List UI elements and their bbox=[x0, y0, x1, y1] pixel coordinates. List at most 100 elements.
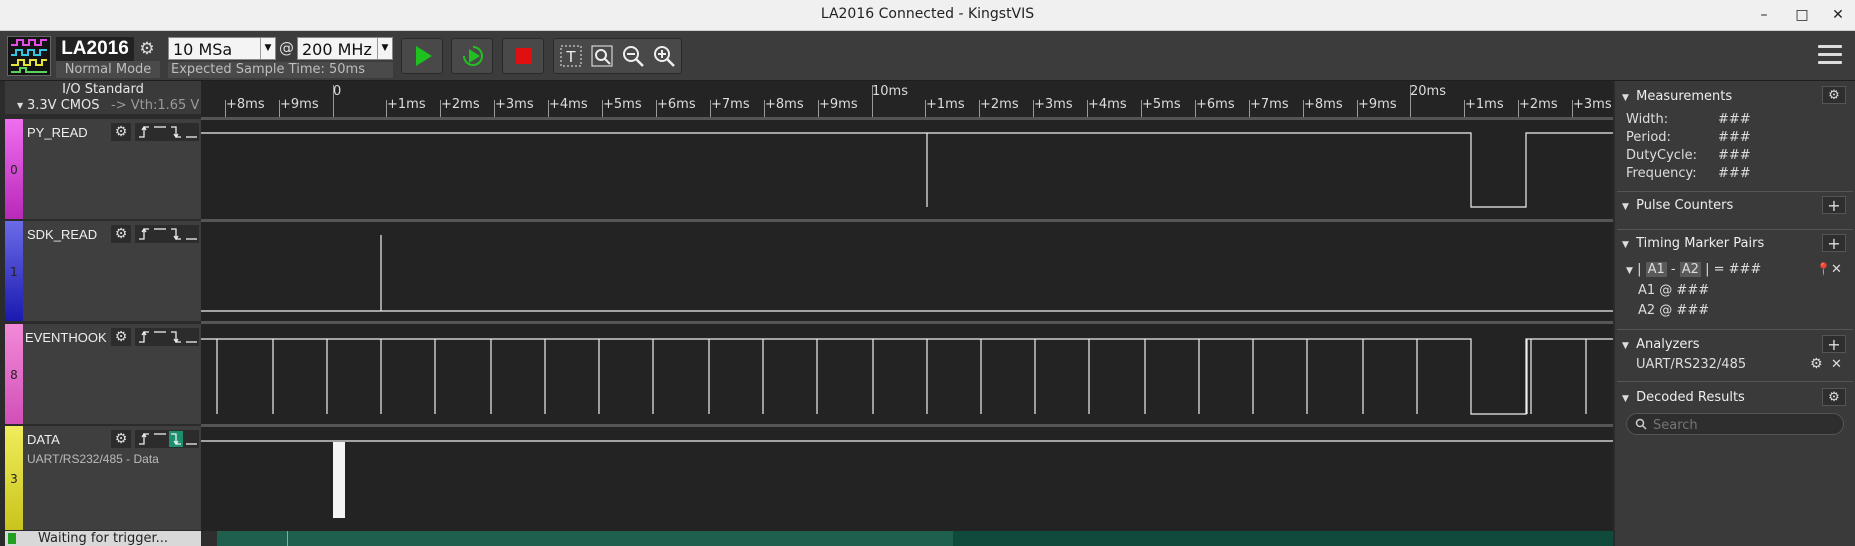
ruler-tick-line bbox=[979, 100, 980, 117]
trigger-edge-buttons[interactable] bbox=[135, 430, 199, 448]
minimize-button[interactable]: – bbox=[1752, 4, 1776, 26]
measure-frequency-value: ### bbox=[1718, 166, 1751, 181]
ruler-tick-label: +7ms bbox=[1250, 97, 1289, 112]
waveform-eventhook bbox=[201, 338, 1613, 415]
stop-icon bbox=[516, 48, 532, 64]
add-timing-marker-button[interactable]: + bbox=[1822, 234, 1846, 252]
triangle-down-icon: ▼ bbox=[1622, 93, 1629, 103]
zoom-fit-icon[interactable] bbox=[589, 43, 615, 69]
ruler-tick-label: +3ms bbox=[1034, 97, 1073, 112]
decoded-results-gear-icon[interactable]: ⚙ bbox=[1822, 388, 1846, 406]
divider bbox=[1617, 329, 1853, 330]
channel-row-data[interactable]: 3 DATA UART/RS232/485 - Data ⚙ bbox=[5, 426, 201, 530]
ruler-tick-label: +6ms bbox=[657, 97, 696, 112]
trigger-edge-buttons[interactable] bbox=[135, 328, 199, 346]
channel-gear-icon[interactable]: ⚙ bbox=[111, 225, 131, 243]
ruler-tick-label: +9ms bbox=[819, 97, 858, 112]
io-standard-value: 3.3V CMOS bbox=[27, 98, 100, 113]
ruler-tick-label: +5ms bbox=[1142, 97, 1181, 112]
add-analyzer-button[interactable]: + bbox=[1822, 335, 1846, 353]
decoded-search-box[interactable] bbox=[1626, 413, 1844, 435]
stop-button[interactable] bbox=[502, 38, 544, 74]
ruler-tick-line bbox=[1195, 100, 1196, 117]
text-cursor-icon[interactable]: T bbox=[558, 43, 584, 69]
channel-gear-icon[interactable]: ⚙ bbox=[111, 328, 131, 346]
at-symbol: @ bbox=[279, 39, 294, 57]
close-button[interactable]: ✕ bbox=[1826, 4, 1850, 26]
section-title: Measurements bbox=[1636, 89, 1733, 104]
ruler-tick-label: +5ms bbox=[603, 97, 642, 112]
run-icon bbox=[416, 46, 432, 66]
channel-row-py-read[interactable]: 0 PY_READ ⚙ bbox=[5, 119, 201, 219]
ruler-tick-label: 20ms bbox=[1410, 84, 1446, 99]
marker-pin-icon[interactable]: 📍 bbox=[1816, 262, 1831, 276]
ruler-tick-line bbox=[818, 100, 819, 117]
run-button[interactable] bbox=[401, 38, 443, 74]
ruler-tick-line bbox=[656, 100, 657, 117]
remove-marker-close-icon[interactable]: ✕ bbox=[1831, 262, 1842, 277]
ruler-tick-label: +1ms bbox=[926, 97, 965, 112]
ruler-tick-label: +4ms bbox=[549, 97, 588, 112]
overview-trigger-marker bbox=[287, 531, 288, 546]
channel-name[interactable]: DATA bbox=[27, 432, 60, 447]
io-standard-header[interactable]: I/O Standard ▼ 3.3V CMOS -> Vth:1.65 V bbox=[5, 81, 201, 114]
timing-pair-row[interactable]: ▼ | A1 - A2 | = ### bbox=[1626, 262, 1761, 277]
overview-unfilled bbox=[953, 531, 1613, 546]
ruler-tick-label: +2ms bbox=[980, 97, 1019, 112]
channel-number: 8 bbox=[10, 368, 18, 382]
view-tools-group: T bbox=[553, 38, 682, 74]
search-input[interactable] bbox=[1651, 416, 1835, 434]
divider bbox=[1617, 229, 1853, 230]
channel-gear-icon[interactable]: ⚙ bbox=[111, 123, 131, 141]
channel-row-eventhook[interactable]: 8 EVENTHOOK ⚙ bbox=[5, 324, 201, 424]
ruler-tick-label: +1ms bbox=[1465, 97, 1504, 112]
measurements-header[interactable]: ▼ Measurements bbox=[1622, 89, 1732, 104]
search-icon bbox=[1635, 418, 1647, 430]
analyzer-gear-icon[interactable]: ⚙ bbox=[1810, 356, 1823, 372]
capture-overview-bar[interactable] bbox=[201, 531, 1613, 546]
ruler-tick-line bbox=[1518, 100, 1519, 117]
analyzers-header[interactable]: ▼ Analyzers bbox=[1622, 337, 1699, 352]
analyzer-close-icon[interactable]: ✕ bbox=[1831, 357, 1842, 372]
add-pulse-counter-button[interactable]: + bbox=[1822, 196, 1846, 214]
zoom-in-icon[interactable] bbox=[651, 43, 677, 69]
ruler-tick-label: +2ms bbox=[1519, 97, 1558, 112]
device-mode: Normal Mode bbox=[56, 61, 160, 78]
ruler-tick-label: +4ms bbox=[1088, 97, 1127, 112]
measure-dutycycle-label: DutyCycle: bbox=[1626, 148, 1697, 163]
pulse-counters-header[interactable]: ▼ Pulse Counters bbox=[1622, 198, 1733, 213]
channel-name[interactable]: SDK_READ bbox=[27, 227, 97, 242]
channel-name[interactable]: PY_READ bbox=[27, 125, 88, 140]
ruler-tick-label: +1ms bbox=[387, 97, 426, 112]
measure-width-label: Width: bbox=[1626, 112, 1669, 127]
device-name[interactable]: LA2016 bbox=[56, 37, 134, 61]
ruler-tick-line bbox=[710, 100, 711, 117]
trigger-edge-buttons[interactable] bbox=[135, 123, 199, 141]
run-repeat-button[interactable] bbox=[451, 38, 493, 74]
sample-rate-select[interactable]: 200 MHz ▼ bbox=[297, 37, 393, 60]
marker-a2-tag: A2 bbox=[1679, 262, 1701, 277]
trigger-edge-buttons[interactable] bbox=[135, 225, 199, 243]
ruler-tick-line bbox=[1033, 100, 1034, 117]
triangle-down-icon: ▼ bbox=[1622, 202, 1629, 212]
device-settings-gear-icon[interactable]: ⚙ bbox=[136, 38, 158, 60]
zoom-out-icon[interactable] bbox=[620, 43, 646, 69]
overview-handle[interactable] bbox=[201, 531, 217, 546]
ruler-tick-line bbox=[1464, 100, 1465, 117]
channel-name[interactable]: EVENTHOOK bbox=[25, 330, 107, 345]
ruler-tick-label: 0 bbox=[333, 84, 342, 99]
sample-depth-select[interactable]: 10 MSa ▼ bbox=[168, 37, 276, 60]
measurements-gear-icon[interactable]: ⚙ bbox=[1822, 86, 1846, 104]
status-indicator bbox=[8, 533, 16, 544]
ruler-tick-line bbox=[279, 100, 280, 117]
device-logo-icon[interactable] bbox=[7, 36, 51, 76]
pair-minus: - bbox=[1670, 262, 1676, 277]
timing-marker-pairs-header[interactable]: ▼ Timing Marker Pairs bbox=[1622, 236, 1764, 251]
channel-row-sdk-read[interactable]: 1 SDK_READ ⚙ bbox=[5, 221, 201, 321]
maximize-button[interactable]: □ bbox=[1790, 4, 1814, 26]
analyzer-item-uart[interactable]: UART/RS232/485 bbox=[1636, 357, 1746, 372]
hamburger-menu-icon[interactable] bbox=[1818, 45, 1842, 67]
measure-period-value: ### bbox=[1718, 130, 1751, 145]
decoded-results-header[interactable]: ▼ Decoded Results bbox=[1622, 390, 1745, 405]
channel-gear-icon[interactable]: ⚙ bbox=[111, 430, 131, 448]
